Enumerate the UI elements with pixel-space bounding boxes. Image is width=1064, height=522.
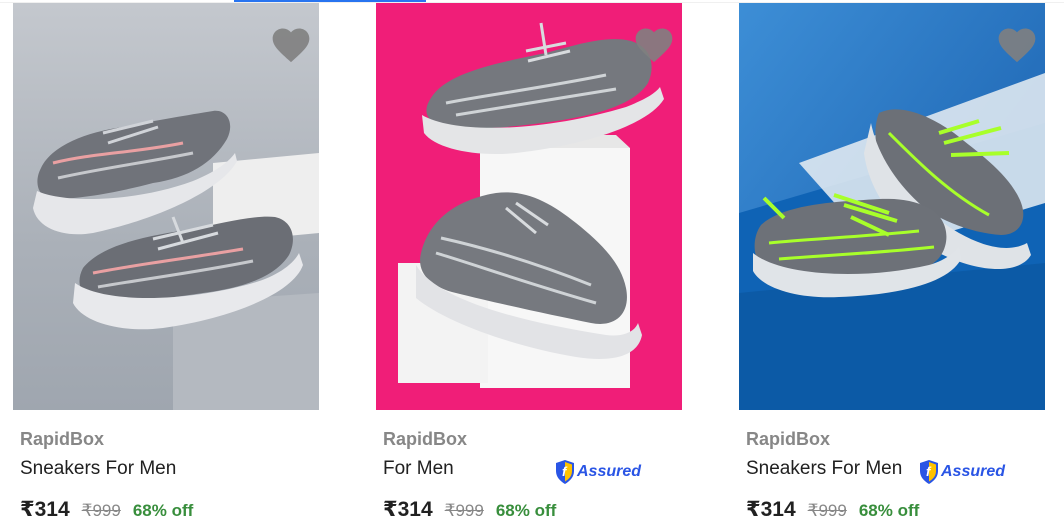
price-row: ₹314 ₹999 68% off [746, 497, 919, 522]
product-card[interactable]: RapidBox For Men f Assured ₹314 ₹999 68%… [376, 3, 682, 522]
product-card[interactable]: RapidBox Sneakers For Men ₹314 ₹999 68% … [13, 3, 319, 522]
wishlist-heart-icon[interactable] [269, 23, 313, 67]
product-mrp: ₹999 [807, 501, 847, 520]
product-mrp: ₹999 [444, 501, 484, 520]
wishlist-heart-icon[interactable] [632, 23, 676, 67]
product-mrp: ₹999 [81, 501, 121, 520]
product-title[interactable]: Sneakers For Men [20, 458, 176, 480]
product-brand: RapidBox [20, 429, 105, 449]
flipkart-assured-badge-icon: f [556, 460, 574, 484]
product-discount: 68% off [858, 501, 920, 520]
assured-badge: f Assured [918, 459, 1005, 485]
product-title[interactable]: For Men [383, 458, 454, 480]
product-price: ₹314 [20, 498, 70, 521]
assured-label: Assured [577, 463, 642, 480]
flipkart-assured-badge-icon: f [920, 460, 938, 484]
product-title[interactable]: Sneakers For Men [746, 458, 902, 480]
product-discount: 68% off [495, 501, 557, 520]
product-card[interactable]: RapidBox Sneakers For Men f Assured ₹314… [739, 3, 1045, 522]
product-brand: RapidBox [383, 429, 468, 449]
price-row: ₹314 ₹999 68% off [383, 497, 556, 522]
product-price: ₹314 [383, 498, 433, 521]
product-discount: 68% off [132, 501, 194, 520]
assured-label: Assured [941, 463, 1006, 480]
wishlist-heart-icon[interactable] [995, 23, 1039, 67]
product-brand: RapidBox [746, 429, 831, 449]
price-row: ₹314 ₹999 68% off [20, 497, 193, 522]
assured-badge: f Assured [554, 459, 641, 485]
product-price: ₹314 [746, 498, 796, 521]
